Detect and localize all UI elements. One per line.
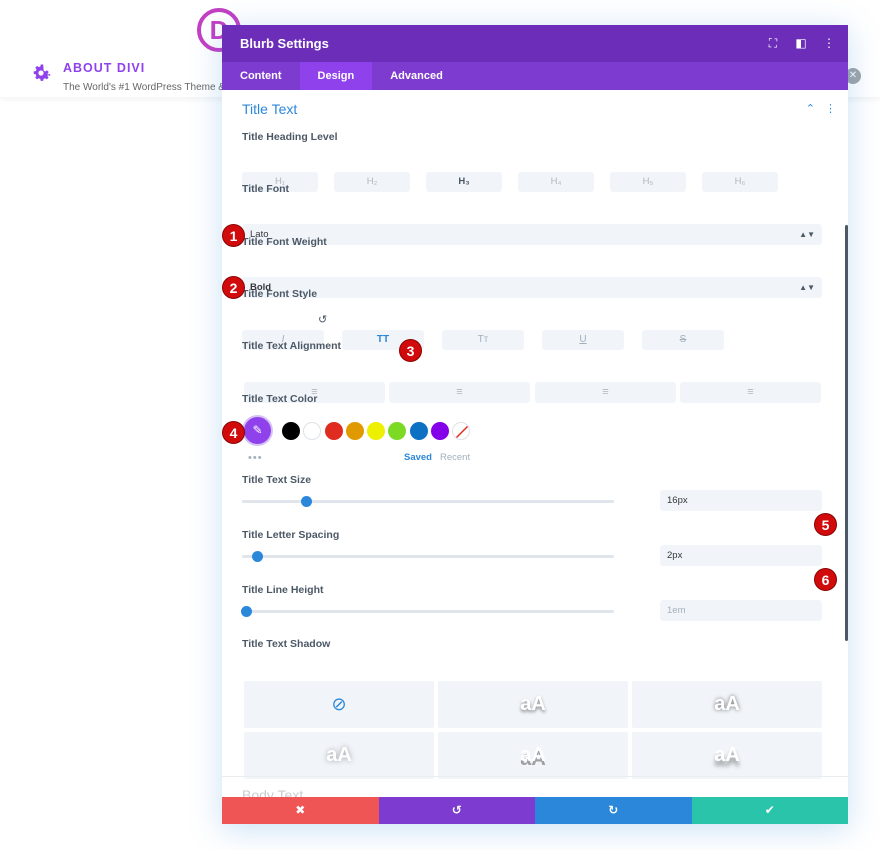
blurb-settings-modal: Blurb Settings ⛶ ◧ ⋮ Content Design Adva… <box>222 25 848 824</box>
gear-icon <box>33 64 51 81</box>
step-badge-2: 2 <box>222 276 245 299</box>
heading-h3-button[interactable]: H₃ <box>426 172 502 192</box>
undo-button[interactable]: ↺ <box>378 797 535 824</box>
select-arrows-icon: ▲▼ <box>799 283 815 292</box>
sidebar-icon[interactable]: ◧ <box>794 35 808 51</box>
title-font-select[interactable]: Lato ▲▼ <box>242 224 822 245</box>
color-swatch-red[interactable] <box>325 422 343 440</box>
expand-icon[interactable]: ⛶ <box>766 35 780 51</box>
align-right-button[interactable]: ≡ <box>535 382 676 403</box>
color-swatch-white[interactable] <box>303 422 321 440</box>
slider-thumb[interactable] <box>241 606 252 617</box>
cancel-button[interactable]: ✖ <box>222 797 379 824</box>
more-icon[interactable]: ⋮ <box>822 35 836 51</box>
align-justify-button[interactable]: ≡ <box>680 382 821 403</box>
reset-icon[interactable]: ↺ <box>318 313 327 326</box>
title-text-shadow-label: Title Text Shadow <box>242 638 331 650</box>
heading-h5-button[interactable]: H₅ <box>610 172 686 192</box>
shadow-preset-2-button[interactable]: aA <box>632 681 822 728</box>
shadow-none-button[interactable]: ⊘ <box>244 681 434 728</box>
modal-header: Blurb Settings ⛶ ◧ ⋮ <box>222 25 848 62</box>
heading-level-label: Title Heading Level <box>242 131 338 143</box>
line-height-input[interactable]: 1em <box>660 600 822 621</box>
step-badge-5: 5 <box>814 513 837 536</box>
color-swatch-green[interactable] <box>388 422 406 440</box>
color-swatch-yellow[interactable] <box>367 422 385 440</box>
modal-tabs: Content Design Advanced <box>222 62 848 90</box>
more-colors-icon[interactable]: ••• <box>248 452 263 464</box>
step-badge-3: 3 <box>399 339 422 362</box>
select-arrows-icon: ▲▼ <box>799 230 815 239</box>
save-button[interactable]: ✔ <box>691 797 848 824</box>
title-alignment-label: Title Text Alignment <box>242 340 341 352</box>
shadow-preset-5-button[interactable]: aA <box>632 732 822 779</box>
recent-colors-tab[interactable]: Recent <box>440 452 470 463</box>
color-swatch-none[interactable] <box>452 422 470 440</box>
capitalize-button[interactable]: Tт <box>442 330 524 350</box>
letter-spacing-input[interactable]: 2px <box>660 545 822 566</box>
slider-thumb[interactable] <box>300 496 312 507</box>
modal-title: Blurb Settings <box>240 36 329 51</box>
title-text-color-label: Title Text Color <box>242 393 318 405</box>
step-badge-4: 4 <box>222 421 245 444</box>
letter-spacing-slider[interactable] <box>242 551 614 562</box>
title-font-weight-label: Title Font Weight <box>242 236 327 248</box>
title-font-label: Title Font <box>242 183 290 195</box>
section-title[interactable]: Title Text <box>242 101 297 117</box>
shadow-preset-3-button[interactable]: aA <box>244 732 434 779</box>
title-font-weight-select[interactable]: Bold ▲▼ <box>242 277 822 298</box>
align-center-button[interactable]: ≡ <box>389 382 530 403</box>
shadow-preset-1-button[interactable]: aA <box>438 681 628 728</box>
color-swatch-purple[interactable] <box>431 422 449 440</box>
color-swatch-blue[interactable] <box>410 422 428 440</box>
no-color-icon <box>455 425 469 439</box>
title-letter-spacing-label: Title Letter Spacing <box>242 529 340 541</box>
modal-body: Title Text ⌃ ⋮ Title Heading Level H₁ H₂… <box>222 90 848 803</box>
saved-colors-tab[interactable]: Saved <box>404 452 432 463</box>
heading-h2-button[interactable]: H₂ <box>334 172 410 192</box>
heading-h4-button[interactable]: H₄ <box>518 172 594 192</box>
chevron-up-icon[interactable]: ⌃ <box>806 102 815 115</box>
scrollbar[interactable] <box>845 225 848 641</box>
section-more-icon[interactable]: ⋮ <box>825 102 836 115</box>
page-title: ABOUT DIVI <box>63 61 146 75</box>
eyedropper-icon: ✎ <box>252 423 263 437</box>
text-size-slider[interactable] <box>242 496 614 507</box>
strikethrough-button[interactable]: S <box>642 330 724 350</box>
color-picker-button[interactable]: ✎ <box>244 417 271 444</box>
tab-content[interactable]: Content <box>222 62 300 90</box>
section-divider <box>222 776 848 777</box>
heading-h6-button[interactable]: H₆ <box>702 172 778 192</box>
step-badge-6: 6 <box>814 568 837 591</box>
tab-design[interactable]: Design <box>299 62 373 90</box>
page-subtitle: The World's #1 WordPress Theme & <box>63 82 223 93</box>
no-shadow-icon: ⊘ <box>331 694 347 714</box>
text-shadow-presets: ⊘ aA aA aA aA aA <box>244 681 822 779</box>
text-size-input[interactable]: 16px <box>660 490 822 511</box>
tab-advanced[interactable]: Advanced <box>372 62 461 90</box>
redo-button[interactable]: ↻ <box>535 797 692 824</box>
modal-footer: ✖ ↺ ↻ ✔ <box>222 797 848 824</box>
slider-thumb[interactable] <box>252 551 264 562</box>
underline-button[interactable]: U <box>542 330 624 350</box>
step-badge-1: 1 <box>222 224 245 247</box>
color-swatch-orange[interactable] <box>346 422 364 440</box>
title-font-style-label: Title Font Style <box>242 288 318 300</box>
shadow-preset-4-button[interactable]: aA <box>438 732 628 779</box>
title-line-height-label: Title Line Height <box>242 584 324 596</box>
line-height-slider[interactable] <box>241 606 614 617</box>
color-swatch-black[interactable] <box>282 422 300 440</box>
title-text-size-label: Title Text Size <box>242 474 312 486</box>
